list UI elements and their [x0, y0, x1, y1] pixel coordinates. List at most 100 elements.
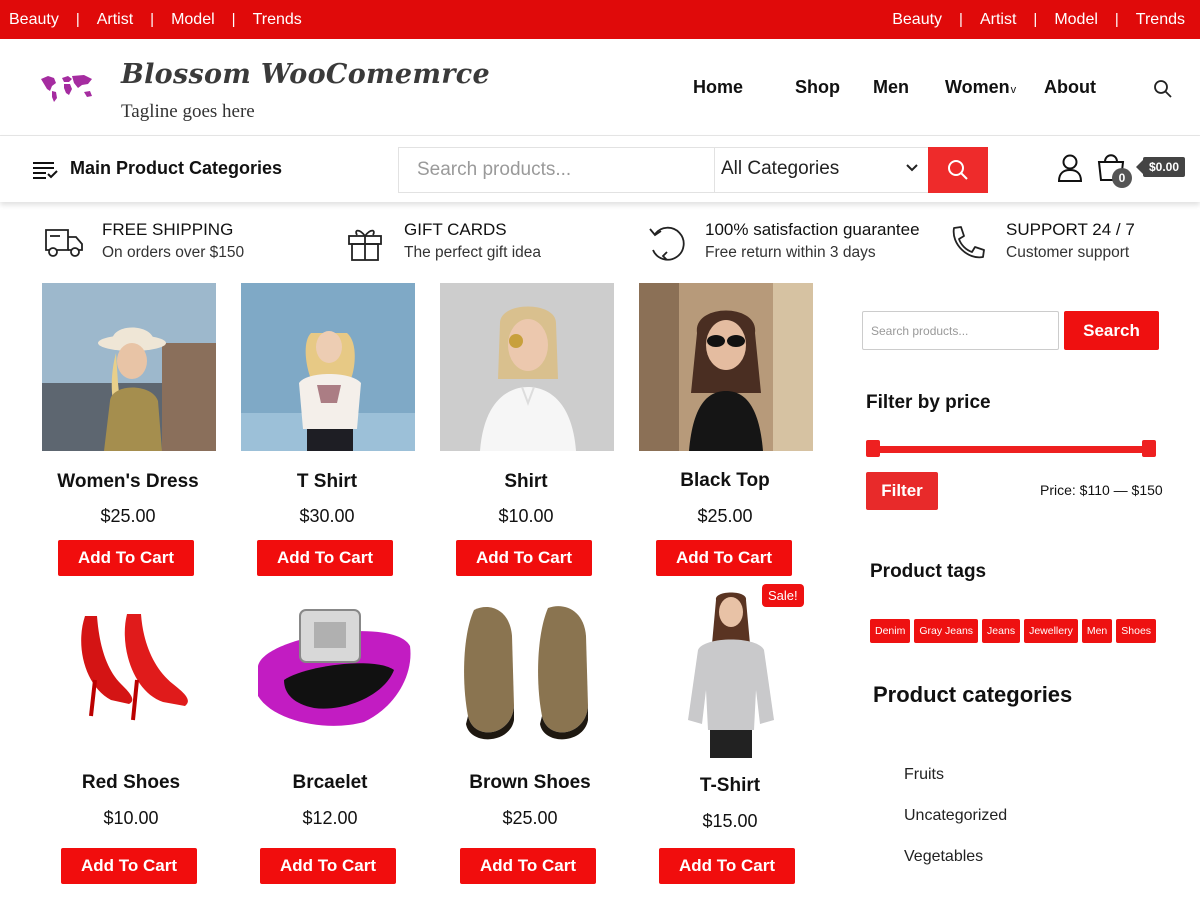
top-link-artist[interactable]: Artist [97, 11, 133, 29]
add-to-cart-button[interactable]: Add To Cart [456, 540, 592, 576]
search-icon[interactable] [1153, 79, 1173, 99]
top-link-separator: | [231, 11, 236, 28]
product-price: $10.00 [498, 506, 554, 526]
tag-denim[interactable]: Denim [870, 619, 911, 643]
cart-count-badge: 0 [1112, 168, 1132, 188]
feature-subtitle: On orders over $150 [102, 244, 245, 261]
add-to-cart-button[interactable]: Add To Cart [58, 540, 194, 576]
category-link-vegetables[interactable]: Vegetables [904, 848, 1007, 889]
product-image[interactable] [241, 283, 415, 451]
add-to-cart-button[interactable]: Add To Cart [257, 540, 393, 576]
product-name[interactable]: T Shirt [232, 471, 422, 493]
tag-men[interactable]: Men [1081, 619, 1113, 643]
product-price: $12.00 [302, 808, 358, 828]
product-name[interactable]: Black Top [630, 470, 820, 492]
pink-bracelet-photo [244, 596, 418, 764]
filter-button[interactable]: Filter [866, 472, 938, 510]
sidebar-search-input[interactable] [862, 311, 1059, 350]
top-link-separator: | [150, 11, 155, 28]
nav-women[interactable]: Womenv [945, 77, 1016, 98]
top-link-separator: | [75, 11, 80, 28]
product-name[interactable]: Brown Shoes [435, 772, 625, 794]
category-link-fruits[interactable]: Fruits [904, 766, 1007, 807]
product-search-bar: All Categories [398, 147, 988, 193]
top-link-artist[interactable]: Artist [980, 11, 1016, 29]
tag-shoes[interactable]: Shoes [1116, 619, 1157, 643]
feature-title: SUPPORT 24 / 7 [1006, 220, 1135, 239]
site-title[interactable]: Blossom WooComemrce [121, 59, 490, 90]
price-slider-max-handle[interactable] [1142, 440, 1156, 457]
top-bar: Beauty | Artist | Model | Trends Beauty … [0, 0, 1200, 39]
category-link-uncategorized[interactable]: Uncategorized [904, 807, 1007, 848]
top-link-beauty[interactable]: Beauty [9, 11, 59, 29]
tag-jeans[interactable]: Jeans [982, 619, 1021, 643]
product-price: $25.00 [502, 808, 558, 828]
truck-icon [45, 229, 83, 257]
category-bar: Main Product Categories All Categories 0… [0, 136, 1200, 202]
woman-sunglasses-photo [639, 283, 813, 451]
add-to-cart-button[interactable]: Add To Cart [656, 540, 792, 576]
product-name[interactable]: Women's Dress [33, 471, 223, 493]
top-link-separator: | [1033, 11, 1038, 28]
product-image[interactable] [644, 590, 818, 758]
product-image[interactable] [440, 283, 614, 451]
price-range-label: Price: $110 — $150 [1040, 482, 1163, 498]
product-image[interactable] [639, 283, 813, 451]
woman-sweater-photo [644, 590, 818, 758]
add-to-cart-button[interactable]: Add To Cart [61, 848, 197, 884]
user-account-icon[interactable] [1057, 154, 1083, 182]
product-name[interactable]: Shirt [431, 471, 621, 493]
brown-shoes-photo [444, 596, 618, 764]
sidebar-search-button[interactable]: Search [1064, 311, 1159, 350]
chevron-down-icon: v [1010, 84, 1017, 96]
top-link-separator: | [1114, 11, 1119, 28]
nav-home[interactable]: Home [693, 77, 743, 98]
top-link-model[interactable]: Model [171, 11, 215, 29]
chevron-down-icon [906, 164, 918, 172]
main-categories-title[interactable]: Main Product Categories [70, 158, 282, 179]
product-price: $25.00 [100, 506, 156, 526]
product-name[interactable]: Brcaelet [235, 772, 425, 794]
woman-in-hat-photo [42, 283, 216, 451]
top-link-trends[interactable]: Trends [253, 11, 302, 29]
woman-blouse-photo [241, 283, 415, 451]
add-to-cart-button[interactable]: Add To Cart [460, 848, 596, 884]
nav-about[interactable]: About [1044, 77, 1096, 98]
category-select-value: All Categories [721, 158, 840, 179]
nav-women-label: Women [945, 77, 1010, 97]
product-image[interactable] [45, 596, 219, 764]
feature-subtitle: The perfect gift idea [404, 244, 541, 261]
menu-list-icon[interactable] [32, 160, 58, 180]
tag-gray-jeans[interactable]: Gray Jeans [914, 619, 979, 643]
price-slider-min-handle[interactable] [866, 440, 880, 457]
product-image[interactable] [244, 596, 418, 764]
filter-by-price-heading: Filter by price [866, 392, 991, 413]
add-to-cart-button[interactable]: Add To Cart [659, 848, 795, 884]
product-image[interactable] [42, 283, 216, 451]
top-link-beauty[interactable]: Beauty [892, 11, 942, 29]
nav-shop[interactable]: Shop [795, 77, 840, 98]
price-slider-track[interactable] [866, 446, 1156, 453]
red-heels-photo [45, 596, 219, 764]
product-categories-list: Fruits Uncategorized Vegetables [904, 766, 1007, 889]
top-link-separator: | [959, 11, 963, 28]
nav-men[interactable]: Men [873, 77, 909, 98]
top-link-model[interactable]: Model [1054, 11, 1098, 29]
product-name[interactable]: Red Shoes [36, 772, 226, 794]
product-search-button[interactable] [928, 147, 988, 193]
add-to-cart-button[interactable]: Add To Cart [260, 848, 396, 884]
product-search-input[interactable] [399, 148, 714, 192]
top-link-trends[interactable]: Trends [1136, 11, 1185, 29]
product-tags-heading: Product tags [870, 561, 987, 582]
sale-badge: Sale! [762, 584, 804, 607]
feature-title: GIFT CARDS [404, 220, 507, 239]
category-select[interactable]: All Categories [714, 148, 928, 192]
cart-total-badge[interactable]: $0.00 [1135, 157, 1186, 177]
world-map-icon[interactable] [38, 73, 96, 103]
product-name[interactable]: T-Shirt [635, 775, 825, 797]
tag-jewellery[interactable]: Jewellery [1024, 619, 1078, 643]
product-image[interactable] [444, 596, 618, 764]
return-icon [649, 226, 685, 261]
feature-subtitle: Customer support [1006, 244, 1130, 261]
feature-title: FREE SHIPPING [102, 220, 234, 239]
